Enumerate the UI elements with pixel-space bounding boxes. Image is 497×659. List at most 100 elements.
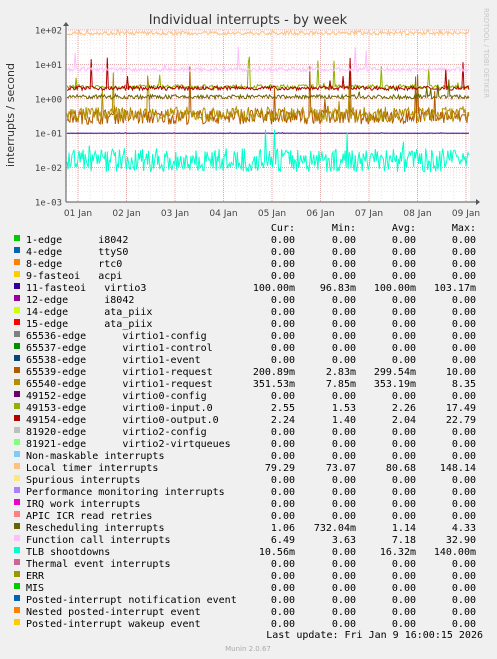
legend-max-value: 0.00 (452, 331, 476, 342)
legend-cur-value: 0.00 (271, 439, 295, 450)
legend-avg-value: 0.00 (392, 307, 416, 318)
legend-series-name: Thermal event interrupts (26, 559, 171, 570)
legend-avg-value: 0.00 (392, 259, 416, 270)
legend-max-value: 17.49 (446, 403, 476, 414)
legend-min-value: 0.00 (332, 511, 356, 522)
legend-avg-value: 0.00 (392, 235, 416, 246)
legend-swatch (14, 607, 20, 613)
chart-title: Individual interrupts - by week (149, 13, 348, 28)
legend-max-value: 0.00 (452, 391, 476, 402)
last-update: Last update: Fri Jan 9 16:00:15 2026 (266, 630, 483, 641)
rrdtool-side-label: RRDTOOL / TOBI OETIKER (482, 8, 490, 98)
legend-series-name: 1-edge i8042 (26, 235, 128, 246)
legend-max-value: 10.00 (446, 367, 476, 378)
legend-swatch (14, 475, 20, 481)
y-tick-label: 1e-03 (35, 199, 62, 209)
legend-cur-value: 351.53m (253, 379, 295, 390)
legend-max-value: 0.00 (452, 451, 476, 462)
legend-swatch (14, 571, 20, 577)
legend-series-name: 65536-edge virtio1-config (26, 331, 207, 342)
legend-min-value: 0.00 (332, 295, 356, 306)
legend-column-header: Max: (452, 223, 476, 234)
legend-min-value: 0.00 (332, 259, 356, 270)
legend-max-value: 22.79 (446, 415, 476, 426)
legend-max-value: 0.00 (452, 559, 476, 570)
legend-series-name: 8-edge rtc0 (26, 259, 122, 270)
legend-swatch (14, 331, 20, 337)
legend-min-value: 0.00 (332, 595, 356, 606)
legend-max-value: 0.00 (452, 619, 476, 630)
legend-min-value: 0.00 (332, 499, 356, 510)
legend-max-value: 0.00 (452, 355, 476, 366)
y-tick-label: 1e+02 (35, 27, 62, 37)
legend-cur-value: 0.00 (271, 451, 295, 462)
legend-max-value: 0.00 (452, 439, 476, 450)
legend-swatch (14, 559, 20, 565)
legend-swatch (14, 415, 20, 421)
legend-cur-value: 0.00 (271, 427, 295, 438)
legend-swatch (14, 355, 20, 361)
legend-avg-value: 0.00 (392, 343, 416, 354)
legend-series-name: 14-edge ata_piix (26, 307, 152, 318)
legend-min-value: 2.83m (326, 367, 356, 378)
legend-swatch (14, 403, 20, 409)
legend-max-value: 0.00 (452, 583, 476, 594)
legend-min-value: 0.00 (332, 451, 356, 462)
legend-cur-value: 0.00 (271, 487, 295, 498)
legend-swatch (14, 283, 20, 289)
legend-series-name: 4-edge ttyS0 (26, 247, 128, 258)
legend-max-value: 0.00 (452, 511, 476, 522)
legend-avg-value: 0.00 (392, 607, 416, 618)
legend-swatch (14, 547, 20, 553)
legend-series-name: 65537-edge virtio1-control (26, 343, 213, 354)
legend-avg-value: 0.00 (392, 247, 416, 258)
legend-min-value: 0.00 (332, 343, 356, 354)
legend-min-value: 73.07 (326, 463, 356, 474)
legend-series-name: ERR (26, 571, 45, 582)
legend-cur-value: 0.00 (271, 259, 295, 270)
legend-min-value: 3.63 (332, 535, 356, 546)
legend-cur-value: 0.00 (271, 235, 295, 246)
y-tick-label: 1e-02 (35, 164, 62, 174)
legend-series-name: 81921-edge virtio2-virtqueues (26, 439, 231, 450)
legend-avg-value: 0.00 (392, 271, 416, 282)
legend-avg-value: 0.00 (392, 355, 416, 366)
legend-max-value: 0.00 (452, 475, 476, 486)
legend-max-value: 103.17m (434, 283, 476, 294)
legend-series-name: 49152-edge virtio0-config (26, 391, 207, 402)
legend-swatch (14, 439, 20, 445)
legend-cur-value: 0.00 (271, 511, 295, 522)
legend-avg-value: 299.54m (374, 367, 416, 378)
legend-avg-value: 1.14 (392, 523, 416, 534)
legend-cur-value: 200.89m (253, 367, 295, 378)
legend-series-name: IRQ work interrupts (26, 499, 140, 510)
legend-series-name: MIS (26, 583, 44, 594)
legend-cur-value: 0.00 (271, 247, 295, 258)
legend-cur-value: 0.00 (271, 307, 295, 318)
legend-max-value: 0.00 (452, 247, 476, 258)
legend-max-value: 32.90 (446, 535, 476, 546)
legend-avg-value: 0.00 (392, 391, 416, 402)
legend-cur-value: 0.00 (271, 499, 295, 510)
legend-min-value: 0.00 (332, 235, 356, 246)
y-tick-label: 1e+00 (35, 95, 62, 105)
x-tick-label: 06 Jan (306, 209, 334, 219)
legend-cur-value: 0.00 (271, 391, 295, 402)
legend-swatch (14, 487, 20, 493)
y-tick-label: 1e-01 (35, 130, 62, 140)
legend-min-value: 1.53 (332, 403, 356, 414)
legend-swatch (14, 295, 20, 301)
legend-avg-value: 0.00 (392, 427, 416, 438)
legend-min-value: 0.00 (332, 439, 356, 450)
legend-swatch (14, 535, 20, 541)
legend-swatch (14, 259, 20, 265)
legend-avg-value: 0.00 (392, 499, 416, 510)
legend-min-value: 0.00 (332, 583, 356, 594)
legend-series-name: Posted-interrupt wakeup event (26, 619, 201, 630)
x-tick-label: 04 Jan (209, 209, 237, 219)
legend-min-value: 0.00 (332, 391, 356, 402)
legend-cur-value: 79.29 (265, 463, 295, 474)
legend-min-value: 0.00 (332, 427, 356, 438)
legend-series-name: 65540-edge virtio1-request (26, 379, 213, 390)
legend-swatch (14, 391, 20, 397)
